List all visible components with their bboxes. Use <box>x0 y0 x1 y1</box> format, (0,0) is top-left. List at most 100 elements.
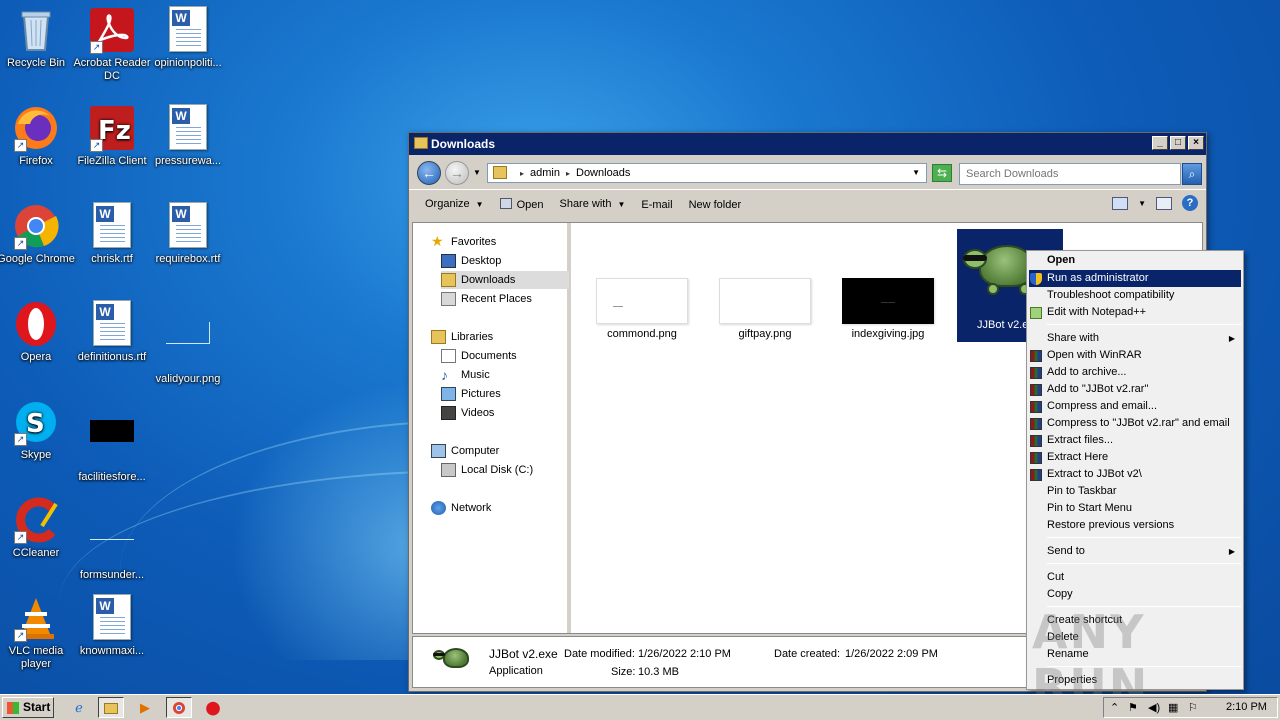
close-button[interactable]: × <box>1188 136 1204 150</box>
taskbar-ie-icon[interactable]: ℯ <box>66 697 92 718</box>
nav-favorites[interactable]: ★ Favorites <box>431 233 496 251</box>
minimize-button[interactable]: _ <box>1152 136 1168 150</box>
menu-open[interactable]: Open <box>1029 252 1241 269</box>
tray-action-center-icon[interactable]: ⚑ <box>1128 701 1138 714</box>
nav-documents[interactable]: Documents <box>441 347 517 365</box>
nav-computer[interactable]: Computer <box>431 442 499 460</box>
menu-restore-previous-versions[interactable]: Restore previous versions <box>1029 517 1241 534</box>
nav-label: Documents <box>461 350 517 362</box>
nav-pictures[interactable]: Pictures <box>441 385 501 403</box>
menu-extract-here[interactable]: Extract Here <box>1029 449 1241 466</box>
desktop-icon-firefox[interactable]: ↗ Firefox <box>0 104 76 168</box>
menu-share-with[interactable]: Share with ▶ <box>1029 330 1241 347</box>
search-icon[interactable]: ⌕ <box>1182 163 1202 185</box>
start-button[interactable]: Start <box>2 697 54 718</box>
breadcrumb-admin[interactable]: admin <box>530 167 560 179</box>
menu-run-as-administrator[interactable]: Run as administrator <box>1029 270 1241 287</box>
back-button[interactable]: ← <box>417 161 441 185</box>
desktop-icon-chrome[interactable]: ↗ Google Chrome <box>0 202 76 266</box>
menu-extract-files[interactable]: Extract files... <box>1029 432 1241 449</box>
nav-network[interactable]: Network <box>431 499 491 517</box>
desktop-icon-acrobat[interactable]: ↗ Acrobat Reader DC <box>72 6 152 83</box>
search-input[interactable] <box>959 163 1181 185</box>
nav-libraries[interactable]: Libraries <box>431 328 493 346</box>
history-dropdown-icon[interactable]: ▼ <box>473 168 481 177</box>
menu-edit-with-notepad[interactable]: Edit with Notepad++ <box>1029 304 1241 321</box>
forward-button[interactable]: → <box>445 161 469 185</box>
desktop-icon-filezilla[interactable]: Fz ↗ FileZilla Client <box>72 104 152 168</box>
address-bar: ← → ▼ ▸ admin ▸ Downloads ▼ ⇆ ⌕ <box>409 155 1206 189</box>
window-titlebar[interactable]: Downloads _ □ × <box>409 133 1206 155</box>
submenu-arrow-icon: ▶ <box>1228 334 1235 343</box>
menu-copy[interactable]: Copy <box>1029 586 1241 603</box>
maximize-button[interactable]: □ <box>1170 136 1186 150</box>
nav-videos[interactable]: Videos <box>441 404 494 422</box>
tray-network-icon[interactable]: ▦ <box>1168 701 1178 714</box>
desktop-icon-facilitiesfore[interactable]: facilitiesfore... <box>72 398 152 484</box>
desktop-icon-chrisk[interactable]: W chrisk.rtf <box>72 202 152 266</box>
winrar-icon <box>1030 452 1042 464</box>
breadcrumb-downloads[interactable]: Downloads <box>576 167 630 179</box>
menu-pin-to-start-menu[interactable]: Pin to Start Menu <box>1029 500 1241 517</box>
email-label: E-mail <box>641 198 673 211</box>
windows-flag-icon <box>7 702 19 714</box>
taskbar-explorer-icon[interactable] <box>98 697 124 718</box>
menu-send-to[interactable]: Send to ▶ <box>1029 543 1241 560</box>
file-item[interactable]: indexgiving.jpg <box>833 278 943 340</box>
desktop-icon-vlc[interactable]: ↗ VLC media player <box>0 594 76 671</box>
desktop-icon-validyour[interactable]: validyour.png <box>148 300 228 386</box>
desktop-icon-opinionpoliti[interactable]: W opinionpoliti... <box>148 6 228 70</box>
tray-expand-icon[interactable]: ⌃ <box>1110 701 1119 714</box>
breadcrumb-separator-icon[interactable]: ▸ <box>566 169 570 178</box>
breadcrumb[interactable]: ▸ admin ▸ Downloads ▼ <box>487 163 927 183</box>
refresh-button[interactable]: ⇆ <box>932 164 952 182</box>
address-dropdown-icon[interactable]: ▼ <box>912 164 920 182</box>
file-item[interactable]: giftpay.png <box>710 278 820 340</box>
file-item[interactable]: commond.png <box>587 278 697 340</box>
view-dropdown-icon[interactable]: ▼ <box>1138 199 1146 208</box>
desktop-icon-formsunder[interactable]: formsunder... <box>72 496 152 582</box>
desktop-icon-opera[interactable]: Opera <box>0 300 76 364</box>
menu-extract-to[interactable]: Extract to JJBot v2\ <box>1029 466 1241 483</box>
desktop-icon-pressurewa[interactable]: W pressurewa... <box>148 104 228 168</box>
preview-pane-icon[interactable] <box>1156 196 1172 210</box>
taskbar-opera-icon[interactable]: ⬤ <box>200 697 226 718</box>
email-button[interactable]: E-mail <box>633 195 680 215</box>
nav-desktop[interactable]: Desktop <box>441 252 501 270</box>
nav-label: Computer <box>451 445 500 457</box>
nav-local-disk[interactable]: Local Disk (C:) <box>441 461 533 479</box>
nav-recent-places[interactable]: Recent Places <box>441 290 532 308</box>
desktop-icon-definitionus[interactable]: W definitionus.rtf <box>72 300 152 364</box>
new-folder-button[interactable]: New folder <box>681 195 750 215</box>
menu-open-with-winrar[interactable]: Open with WinRAR <box>1029 347 1241 364</box>
clock[interactable]: 2:10 PM <box>1226 701 1267 713</box>
desktop-icon-knownmaxi[interactable]: W knownmaxi... <box>72 594 152 658</box>
desktop-icon-requirebox[interactable]: W requirebox.rtf <box>148 202 228 266</box>
desktop-icon-skype[interactable]: S ↗ Skype <box>0 398 76 462</box>
organize-button[interactable]: Organize ▼ <box>417 194 492 215</box>
share-with-button[interactable]: Share with ▼ <box>551 194 633 215</box>
chrome-icon: ↗ <box>12 202 60 250</box>
nav-downloads[interactable]: Downloads <box>441 271 569 289</box>
open-button[interactable]: Open <box>492 195 552 215</box>
music-icon: ♪ <box>441 367 448 383</box>
help-icon[interactable]: ? <box>1182 195 1198 211</box>
nav-music[interactable]: ♪ Music <box>441 366 490 384</box>
desktop-icon-ccleaner[interactable]: ↗ CCleaner <box>0 496 76 560</box>
tray-flag-icon[interactable]: ⚐ <box>1188 701 1198 714</box>
menu-pin-to-taskbar[interactable]: Pin to Taskbar <box>1029 483 1241 500</box>
menu-troubleshoot-compatibility[interactable]: Troubleshoot compatibility <box>1029 287 1241 304</box>
menu-cut[interactable]: Cut <box>1029 569 1241 586</box>
menu-add-to-rar[interactable]: Add to "JJBot v2.rar" <box>1029 381 1241 398</box>
change-view-icon[interactable] <box>1112 196 1129 210</box>
menu-compress-and-email[interactable]: Compress and email... <box>1029 398 1241 415</box>
taskbar-media-player-icon[interactable]: ▶ <box>132 697 158 718</box>
tray-volume-icon[interactable]: ◀) <box>1148 701 1160 714</box>
menu-compress-to-rar-and-email[interactable]: Compress to "JJBot v2.rar" and email <box>1029 415 1241 432</box>
breadcrumb-separator-icon[interactable]: ▸ <box>520 169 524 178</box>
menu-add-to-archive[interactable]: Add to archive... <box>1029 364 1241 381</box>
menu-label: Run as administrator <box>1047 272 1149 284</box>
skype-icon: S ↗ <box>12 398 60 446</box>
taskbar-chrome-icon[interactable] <box>166 697 192 718</box>
desktop-icon-recycle-bin[interactable]: Recycle Bin <box>0 6 76 70</box>
